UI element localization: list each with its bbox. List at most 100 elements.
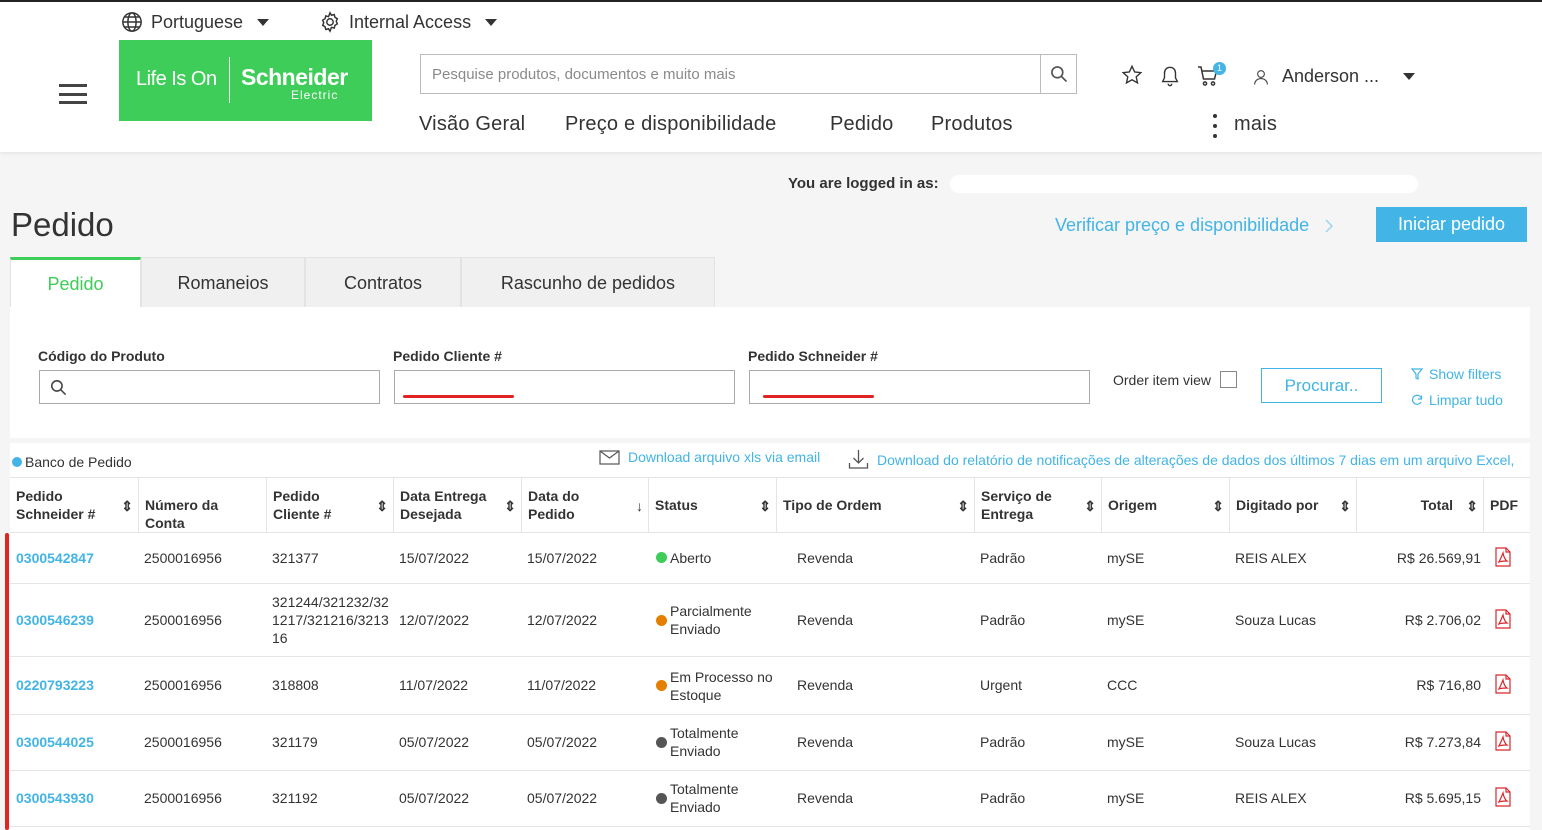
schneider-order-label: Pedido Schneider #: [748, 348, 878, 364]
status-cell: Parcialmente Enviado: [670, 603, 752, 637]
download-xls-link[interactable]: Download arquivo xls via email: [599, 449, 820, 465]
order-item-view-label: Order item view: [1113, 371, 1212, 388]
search-orders-button[interactable]: Procurar..: [1261, 368, 1382, 403]
schneider-order-input[interactable]: [749, 370, 1090, 404]
search-input[interactable]: [421, 55, 1041, 93]
tab-rascunho[interactable]: Rascunho de pedidos: [461, 257, 715, 308]
annotation-bar: [5, 533, 9, 830]
chevron-right-icon: [1325, 218, 1334, 233]
globe-icon: [122, 12, 142, 32]
col-servico-entrega[interactable]: Serviço de Entrega ⇕: [974, 478, 1101, 533]
sort-icon: ⇕: [957, 498, 969, 514]
order-bank-label: Banco de Pedido: [25, 454, 132, 470]
page-title: Pedido: [11, 206, 114, 243]
bell-icon[interactable]: [1159, 64, 1181, 88]
language-label: Portuguese: [151, 11, 244, 32]
col-tipo-ordem[interactable]: Tipo de Ordem ⇕: [776, 478, 974, 533]
col-pedido-schneider[interactable]: Pedido Schneider # ⇕: [10, 478, 138, 533]
pdf-icon[interactable]: [1495, 609, 1511, 629]
sort-icon: ⇕: [759, 498, 771, 514]
order-item-view-checkbox[interactable]: [1220, 371, 1238, 388]
account-cell: 2500016956: [144, 677, 222, 693]
cart-badge: 1: [1213, 62, 1226, 75]
col-label: Data Entrega Desejada: [400, 488, 487, 522]
pdf-icon[interactable]: [1495, 731, 1511, 751]
nav-preco-disponibilidade[interactable]: Preço e disponibilidade: [565, 113, 776, 136]
download-report-link[interactable]: Download do relatório de notificações de…: [848, 449, 1514, 470]
table-row: 0300544025 2500016956 321179 05/07/2022 …: [10, 715, 1530, 771]
download-xls-label: Download arquivo xls via email: [628, 449, 821, 465]
pdf-icon[interactable]: [1495, 787, 1511, 807]
refresh-icon: [1411, 394, 1423, 405]
tab-pedido[interactable]: Pedido: [10, 257, 141, 308]
tab-romaneios[interactable]: Romaneios: [141, 257, 305, 308]
utility-bar: Portuguese Internal Access: [0, 2, 1542, 40]
col-digitado-por[interactable]: Digitado por ⇕: [1229, 478, 1356, 533]
nav-produtos[interactable]: Produtos: [931, 113, 1013, 136]
desired-date-cell: 05/07/2022: [399, 790, 470, 806]
redaction-mark: [403, 395, 514, 398]
user-name: Anderson ...: [1282, 66, 1380, 86]
clear-all-link[interactable]: Limpar tudo: [1411, 392, 1503, 408]
legend-dot: [12, 457, 22, 467]
total-cell: R$ 2.706,02: [1404, 612, 1481, 628]
order-number-link[interactable]: 0300542847: [16, 549, 94, 567]
sort-icon: ⇕: [1339, 498, 1351, 514]
origin-cell: mySE: [1107, 734, 1145, 750]
delivery-service-cell: Padrão: [980, 734, 1026, 750]
order-type-cell: Revenda: [797, 677, 854, 693]
col-data-entrega[interactable]: Data Entrega Desejada ⇕: [393, 478, 521, 533]
nav-more[interactable]: mais: [1234, 113, 1277, 136]
show-filters-link[interactable]: Show filters: [1411, 366, 1501, 382]
sort-icon: ⇕: [1466, 498, 1478, 514]
tab-contratos[interactable]: Contratos: [305, 257, 461, 308]
chevron-down-icon: [257, 18, 270, 26]
pdf-icon[interactable]: [1495, 547, 1511, 567]
download-report-label: Download do relatório de notificações de…: [877, 451, 1515, 468]
desired-date-cell: 05/07/2022: [399, 734, 470, 750]
more-icon[interactable]: [1213, 114, 1218, 138]
client-order-cell: 318808: [272, 677, 319, 693]
order-number-link[interactable]: 0220793223: [16, 676, 94, 694]
col-pedido-cliente[interactable]: Pedido Cliente # ⇕: [266, 478, 393, 533]
client-order-cell: 321377: [272, 550, 319, 566]
order-item-view: Order item view: [1113, 371, 1238, 388]
client-order-input[interactable]: [394, 370, 735, 404]
order-number-link[interactable]: 0300543930: [16, 789, 94, 807]
schneider-logo[interactable]: Life Is On Schneider Electric: [119, 40, 372, 121]
sort-icon: ⇕: [376, 498, 388, 514]
origin-cell: mySE: [1107, 790, 1145, 806]
product-code-input[interactable]: [39, 370, 380, 404]
col-data-pedido[interactable]: Data do Pedido ↓: [521, 478, 648, 533]
account-cell: 2500016956: [144, 550, 222, 566]
search-box: [420, 54, 1077, 94]
search-button[interactable]: [1040, 55, 1076, 93]
order-number-link[interactable]: 0300546239: [16, 611, 94, 629]
order-number-link[interactable]: 0300544025: [16, 733, 94, 751]
table-row: 0300543930 2500016956 321192 05/07/2022 …: [10, 771, 1530, 827]
user-menu[interactable]: Anderson ...: [1252, 66, 1416, 87]
access-selector[interactable]: Internal Access: [319, 11, 498, 33]
nav-pedido[interactable]: Pedido: [830, 113, 893, 136]
redaction-mark: [763, 395, 874, 398]
star-icon[interactable]: [1121, 64, 1143, 86]
start-order-button[interactable]: Iniciar pedido: [1376, 207, 1527, 242]
entered-by-cell: REIS ALEX: [1235, 550, 1307, 566]
nav-visao-geral[interactable]: Visão Geral: [419, 113, 525, 136]
col-status[interactable]: Status ⇕: [648, 478, 776, 533]
col-total[interactable]: Total ⇕: [1356, 478, 1483, 533]
language-selector[interactable]: Portuguese: [121, 11, 270, 33]
pdf-icon[interactable]: [1495, 674, 1511, 694]
menu-icon[interactable]: [59, 84, 87, 104]
user-icon: [1254, 69, 1268, 85]
origin-cell: mySE: [1107, 612, 1145, 628]
col-origem[interactable]: Origem ⇕: [1101, 478, 1229, 533]
sort-icon: ⇕: [121, 498, 133, 514]
sort-icon: ⇕: [504, 498, 516, 514]
status-done-dot: [656, 793, 667, 804]
verify-price-link[interactable]: Verificar preço e disponibilidade: [1055, 215, 1334, 236]
col-numero-conta[interactable]: Número da Conta: [138, 478, 266, 533]
logo-tagline: Life Is On: [136, 68, 217, 90]
col-label: Pedido Cliente #: [273, 488, 332, 522]
client-order-cell: 321179: [272, 734, 318, 750]
